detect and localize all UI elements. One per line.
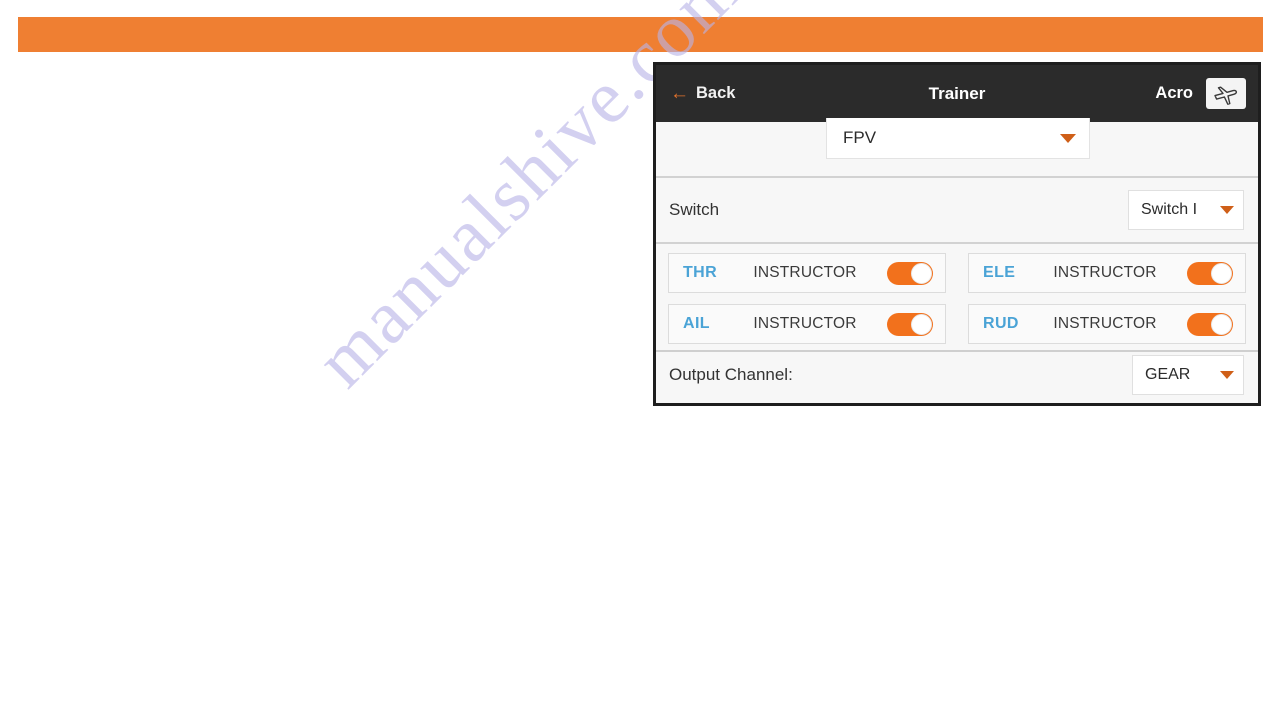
channel-toggle-thr[interactable] — [887, 261, 933, 285]
channel-name: AIL — [683, 315, 710, 332]
back-button-label: Back — [696, 84, 736, 102]
panel-body: FPV Switch Switch I THR INSTRUCTOR ELE I… — [656, 118, 1258, 403]
back-button[interactable]: ← Back — [670, 84, 735, 103]
arrow-left-icon: ← — [670, 83, 689, 104]
channel-mode-label: INSTRUCTOR — [1053, 264, 1157, 281]
chevron-down-icon — [1220, 206, 1234, 214]
mode-dropdown-value: FPV — [843, 128, 877, 147]
toggle-knob — [1211, 313, 1232, 335]
toggle-knob — [1211, 262, 1232, 284]
device-screen-panel: ← Back Trainer Acro FPV Switch Switch I — [653, 62, 1261, 406]
mode-row: FPV — [656, 118, 1258, 178]
channel-mode-label: INSTRUCTOR — [753, 315, 857, 332]
switch-row: Switch Switch I — [656, 178, 1258, 244]
channel-toggle-rud[interactable] — [1187, 312, 1233, 336]
mode-dropdown[interactable]: FPV — [826, 118, 1090, 159]
channel-toggle-ail[interactable] — [887, 312, 933, 336]
output-channel-value: GEAR — [1145, 366, 1191, 383]
channel-grid: THR INSTRUCTOR ELE INSTRUCTOR AIL INSTRU… — [656, 244, 1258, 352]
channel-card-ail[interactable]: AIL INSTRUCTOR — [668, 304, 946, 344]
switch-label: Switch — [669, 200, 720, 219]
channel-mode-label: INSTRUCTOR — [1053, 315, 1157, 332]
toggle-knob — [911, 313, 932, 335]
airplane-icon[interactable] — [1206, 78, 1246, 109]
channel-name: RUD — [983, 315, 1019, 332]
output-channel-label: Output Channel: — [669, 365, 793, 384]
channel-name: ELE — [983, 264, 1016, 281]
channel-name: THR — [683, 264, 718, 281]
top-orange-banner — [18, 17, 1263, 52]
channel-toggle-ele[interactable] — [1187, 261, 1233, 285]
channel-card-rud[interactable]: RUD INSTRUCTOR — [968, 304, 1246, 344]
output-channel-row: Output Channel: GEAR — [656, 352, 1258, 398]
chevron-down-icon — [1060, 133, 1076, 143]
panel-header-bar: ← Back Trainer Acro — [656, 65, 1258, 122]
channel-mode-label: INSTRUCTOR — [753, 264, 857, 281]
header-right-group: Acro — [1155, 78, 1246, 109]
chevron-down-icon — [1220, 371, 1234, 379]
toggle-knob — [911, 262, 932, 284]
channel-card-ele[interactable]: ELE INSTRUCTOR — [968, 253, 1246, 293]
output-channel-dropdown[interactable]: GEAR — [1132, 355, 1244, 395]
model-name-label: Acro — [1155, 84, 1193, 102]
switch-dropdown[interactable]: Switch I — [1128, 190, 1244, 230]
channel-card-thr[interactable]: THR INSTRUCTOR — [668, 253, 946, 293]
switch-dropdown-value: Switch I — [1141, 201, 1198, 218]
